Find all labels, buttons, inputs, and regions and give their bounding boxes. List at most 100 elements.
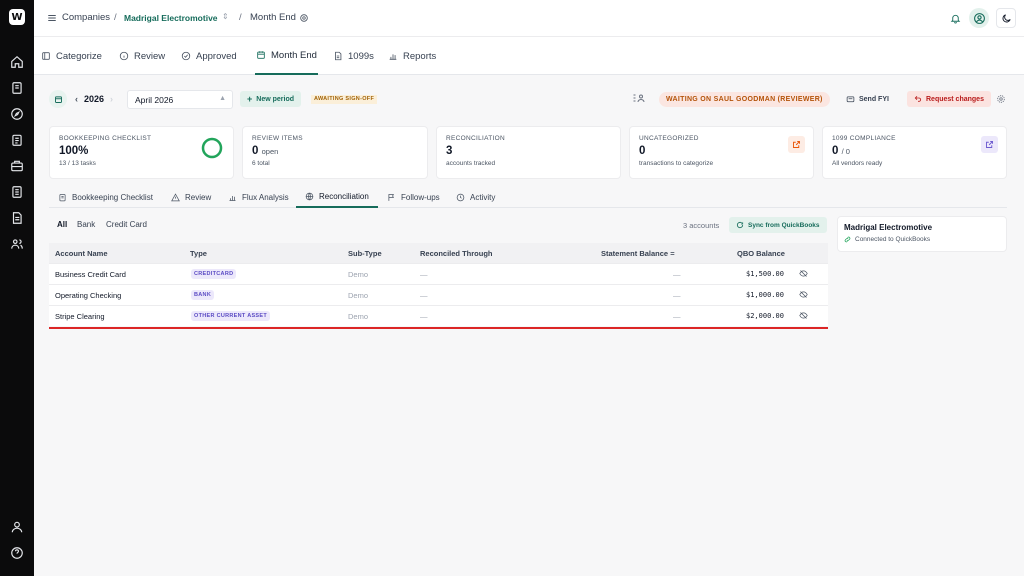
inbox-icon[interactable] <box>10 81 24 95</box>
card-reconciliation[interactable]: RECONCILIATION 3 accounts tracked <box>436 126 621 179</box>
table-row[interactable]: Business Credit Card CREDITCARD Demo — —… <box>49 263 828 284</box>
users-icon[interactable] <box>10 237 24 251</box>
table-bottom-divider <box>49 327 828 329</box>
progress-ring <box>201 137 223 159</box>
refresh-icon <box>736 221 744 229</box>
external-link-icon[interactable] <box>788 136 805 153</box>
dark-mode-icon[interactable] <box>996 8 1016 28</box>
breadcrumb-separator: / <box>114 12 117 23</box>
subtab-label: Activity <box>470 192 496 202</box>
categorize-icon <box>42 52 50 60</box>
tab-label: Approved <box>196 50 237 62</box>
month-select-value: April 2026 <box>135 95 174 105</box>
card-uncategorized[interactable]: UNCATEGORIZED 0 transactions to categori… <box>629 126 814 179</box>
top-bar: Companies / Madrigal Electromotive ⇕ / M… <box>34 0 1024 37</box>
col-qbo-balance[interactable]: QBO Balance <box>737 249 785 258</box>
col-account-name[interactable]: Account Name <box>55 249 108 258</box>
card-review-items[interactable]: REVIEW ITEMS 0 open 6 total <box>242 126 428 179</box>
period-calendar-button[interactable] <box>49 90 67 108</box>
card-1099-compliance[interactable]: 1099 COMPLIANCE 0 / 0 All vendors ready <box>822 126 1007 179</box>
sync-quickbooks-button[interactable]: Sync from QuickBooks <box>729 217 827 233</box>
filter-credit-card[interactable]: Credit Card <box>106 220 147 229</box>
app-logo[interactable]: W <box>9 9 25 25</box>
year-next-chevron-icon[interactable]: › <box>110 94 113 104</box>
card-value-suffix: open <box>261 147 279 156</box>
menu-icon[interactable] <box>47 13 57 23</box>
col-statement-balance[interactable]: Statement Balance = <box>601 249 675 258</box>
calendar-icon <box>257 51 265 59</box>
tab-label: 1099s <box>348 50 374 62</box>
tab-approved[interactable]: Approved <box>181 37 237 75</box>
help-icon[interactable] <box>10 546 24 560</box>
bell-icon[interactable] <box>950 13 961 24</box>
subtab-activity[interactable]: Activity <box>456 186 495 208</box>
eye-off-icon[interactable] <box>799 311 808 320</box>
table-row[interactable]: Operating Checking BANK Demo — — $1,000.… <box>49 284 828 305</box>
waiting-on-reviewer-badge: WAITING ON SAUL GOODMAN (REVIEWER) <box>659 92 830 107</box>
month-select[interactable]: April 2026 ▲ <box>127 90 233 109</box>
col-sub-type[interactable]: Sub-Type <box>348 249 382 258</box>
eye-off-icon[interactable] <box>799 290 808 299</box>
table-header: Account Name Type Sub-Type Reconciled Th… <box>49 243 828 263</box>
type-badge: CREDITCARD <box>191 269 237 279</box>
undo-icon <box>914 96 922 102</box>
card-value: 0 <box>832 145 839 157</box>
document-icon[interactable] <box>10 185 24 199</box>
subtab-reconciliation[interactable]: Reconciliation <box>296 186 378 208</box>
sub-type: Demo <box>348 270 369 279</box>
subtab-review[interactable]: Review <box>171 186 211 208</box>
month-end-subtabs: Bookkeeping Checklist Review Flux Analys… <box>49 186 1007 208</box>
external-link-icon[interactable] <box>981 136 998 153</box>
statement-balance[interactable]: — <box>673 270 681 279</box>
subtab-follow-ups[interactable]: Follow-ups <box>387 186 440 208</box>
company-switch-chevron-icon[interactable]: ⇕ <box>222 12 229 21</box>
breadcrumb-company[interactable]: Madrigal Electromotive <box>124 13 218 23</box>
subtab-bookkeeping-checklist[interactable]: Bookkeeping Checklist <box>58 186 153 208</box>
request-changes-button[interactable]: Request changes <box>907 91 991 107</box>
year-prev-chevron-icon[interactable]: ‹ <box>75 94 78 104</box>
clipboard-icon[interactable] <box>10 133 24 147</box>
table-row[interactable]: Stripe Clearing OTHER CURRENT ASSET Demo… <box>49 305 828 326</box>
col-reconciled-through[interactable]: Reconciled Through <box>420 249 493 258</box>
gear-icon[interactable] <box>996 94 1006 104</box>
tab-review[interactable]: Review <box>119 37 165 75</box>
profile-avatar-icon[interactable] <box>969 8 989 28</box>
reconciled-through: — <box>420 312 428 321</box>
subtab-label: Follow-ups <box>401 192 440 202</box>
user-icon[interactable] <box>10 520 24 534</box>
subtab-label: Bookkeeping Checklist <box>72 192 153 202</box>
breadcrumb-companies[interactable]: Companies <box>62 12 110 23</box>
file-text-icon[interactable] <box>10 211 24 225</box>
settings-small-icon[interactable] <box>299 13 309 23</box>
statement-balance[interactable]: — <box>673 291 681 300</box>
send-fyi-button[interactable]: Send FYI <box>846 95 889 104</box>
new-period-button[interactable]: + New period <box>240 91 301 107</box>
filter-all[interactable]: All <box>57 220 67 229</box>
subtab-label: Flux Analysis <box>242 192 289 202</box>
subtab-label: Review <box>185 192 212 202</box>
compass-icon[interactable] <box>10 107 24 121</box>
subtab-flux-analysis[interactable]: Flux Analysis <box>228 186 289 208</box>
request-changes-label: Request changes <box>926 95 984 103</box>
card-sub: 6 total <box>252 160 270 167</box>
card-sub: All vendors ready <box>832 160 883 167</box>
eye-off-icon[interactable] <box>799 269 808 278</box>
tab-reports[interactable]: Reports <box>388 37 436 75</box>
tab-1099s[interactable]: 1099s <box>333 37 374 75</box>
connection-status: Connected to QuickBooks <box>844 236 1000 243</box>
chevron-updown-icon: ▲ <box>219 95 226 102</box>
account-name: Business Credit Card <box>55 270 126 279</box>
sidebar: W <box>0 0 34 576</box>
qbo-balance: $2,000.00 <box>746 312 784 320</box>
card-value: 3 <box>446 145 453 157</box>
briefcase-icon[interactable] <box>10 159 24 173</box>
tab-categorize[interactable]: Categorize <box>41 37 102 75</box>
filter-bank[interactable]: Bank <box>77 220 95 229</box>
col-type[interactable]: Type <box>190 249 207 258</box>
statement-balance[interactable]: — <box>673 312 681 321</box>
card-label: 1099 COMPLIANCE <box>832 135 896 142</box>
tab-month-end[interactable]: Month End <box>255 37 318 75</box>
card-bookkeeping-checklist[interactable]: BOOKKEEPING CHECKLIST 100% 13 / 13 tasks <box>49 126 234 179</box>
home-icon[interactable] <box>10 55 24 69</box>
sub-type: Demo <box>348 291 369 300</box>
